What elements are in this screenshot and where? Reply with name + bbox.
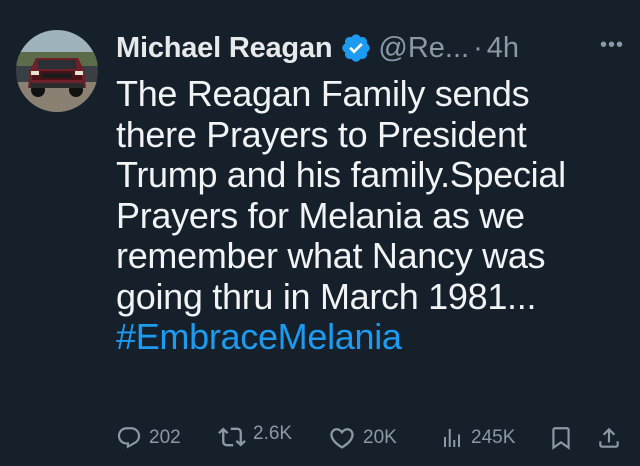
views-chart-icon xyxy=(444,429,460,447)
share-button[interactable] xyxy=(596,418,622,458)
header-separator: · xyxy=(473,31,483,64)
tweet-actions-bar: 202 2.6K 20K 245K xyxy=(108,418,628,458)
author-display-name[interactable]: Michael Reagan xyxy=(116,32,333,65)
share-icon xyxy=(599,427,619,448)
reply-icon xyxy=(117,427,141,449)
tweet-text-line: Trump and his family.Special xyxy=(116,154,566,195)
author-handle[interactable]: @Re... xyxy=(378,32,469,65)
hashtag-link[interactable]: #EmbraceMelania xyxy=(116,316,628,358)
reply-button[interactable]: 202 xyxy=(116,418,181,458)
like-count: 20K xyxy=(363,427,397,448)
retweet-icon xyxy=(218,427,246,447)
bookmark-button[interactable] xyxy=(548,418,574,458)
avatar-truck-image xyxy=(16,30,98,112)
retweet-count: 2.6K xyxy=(253,423,293,444)
retweet-button[interactable]: 2.6K xyxy=(218,414,292,454)
avatar[interactable] xyxy=(16,30,98,112)
tweet-text-line: Prayers for Melania as we xyxy=(116,194,525,236)
more-options-icon[interactable]: ••• xyxy=(597,30,627,60)
heart-icon xyxy=(330,428,354,449)
tweet-card[interactable]: Michael Reagan @Re... · 4h ••• The Reaga… xyxy=(0,0,640,466)
tweet-timestamp[interactable]: 4h xyxy=(487,32,519,65)
tweet-text-line: there Prayers to President xyxy=(116,113,527,155)
views-count: 245K xyxy=(471,427,516,448)
tweet-text-line: going thru in March 1981... xyxy=(116,275,537,317)
tweet-text-line: remember what Nancy was xyxy=(116,235,546,276)
like-button[interactable]: 20K xyxy=(328,418,397,458)
views-button[interactable]: 245K xyxy=(440,418,515,458)
bookmark-icon xyxy=(552,427,570,450)
tweet-text-line: The Reagan Family sends xyxy=(116,73,530,114)
tweet-text: The Reagan Family sends there Prayers to… xyxy=(116,73,628,358)
verified-badge-icon[interactable] xyxy=(340,32,372,64)
reply-count: 202 xyxy=(149,427,181,448)
tweet-header: Michael Reagan @Re... · 4h xyxy=(116,28,626,68)
